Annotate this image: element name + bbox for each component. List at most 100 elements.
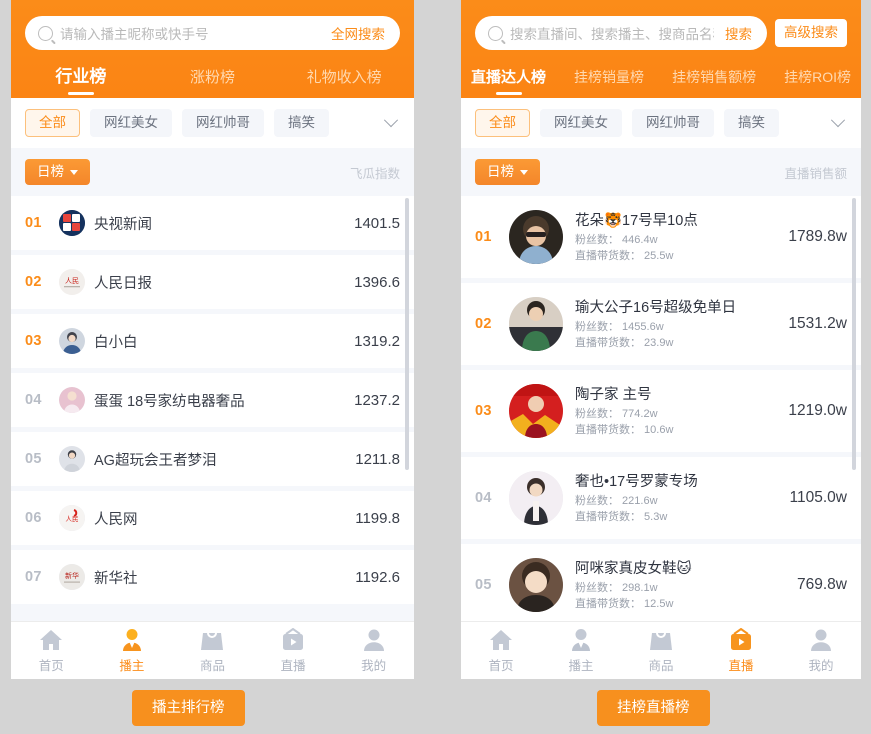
right-search-button[interactable]: 搜索 (714, 23, 763, 43)
left-chip-list: 全部 网红美女 网红帅哥 搞笑 (11, 98, 414, 148)
chip-funny[interactable]: 搞笑 (274, 109, 329, 137)
svg-text:新华: 新华 (65, 571, 79, 580)
chip-handsome[interactable]: 网红帅哥 (182, 109, 264, 137)
right-phone-panel: 搜索直播间、搜索播主、搜商品名称 搜索 高级搜索 直播达人榜 挂榜销量榜 挂榜销… (461, 0, 861, 679)
chip-funny[interactable]: 搞笑 (724, 109, 779, 137)
anchor-name: 央视新闻 (94, 216, 152, 233)
anchor-person-icon (568, 628, 594, 652)
home-icon (38, 628, 64, 652)
left-chip-expand-button[interactable] (368, 98, 414, 148)
nav-item-live[interactable]: 直播 (253, 627, 334, 674)
left-caption-button[interactable]: 播主排行榜 (132, 690, 245, 727)
avatar (509, 471, 563, 525)
avatar: 人民 (59, 505, 85, 531)
avatar (509, 558, 563, 612)
nav-label: 直播 (280, 658, 306, 673)
right-rank-list[interactable]: 01 花朵🐯17号早10点 粉丝数： 446.4w 直播带货数： 25.5w 1… (461, 196, 861, 621)
left-chip-bar: 全部 网红美女 网红帅哥 搞笑 (11, 98, 414, 148)
table-row[interactable]: 06 人民 人民网 1199.8 (11, 491, 414, 545)
chip-beauty[interactable]: 网红美女 (540, 109, 622, 137)
left-search-box[interactable]: 请输入播主昵称或快手号 全网搜索 (25, 16, 400, 50)
right-period-dropdown[interactable]: 日榜 (475, 159, 540, 185)
left-list-scrollbar[interactable] (405, 198, 409, 470)
left-rank-list[interactable]: 01 央视新闻 1401.5 02 人民 人民日报 1396.6 03 白小白 … (11, 196, 414, 621)
table-row[interactable]: 01 花朵🐯17号早10点 粉丝数： 446.4w 直播带货数： 25.5w 1… (461, 196, 861, 278)
right-period-label: 日榜 (487, 164, 514, 180)
anchor-value: 1789.8w (788, 228, 847, 245)
fans-count: 粉丝数： 298.1w (575, 582, 658, 595)
anchor-info: 奢也•17号罗蒙专场 粉丝数： 221.6w 直播带货数： 5.3w (575, 470, 782, 526)
goods-count: 直播带货数： 25.5w (575, 250, 674, 262)
chip-all[interactable]: 全部 (475, 109, 530, 137)
caret-down-icon (520, 169, 528, 175)
avatar (59, 210, 85, 236)
avatar (509, 297, 563, 351)
left-period-dropdown[interactable]: 日榜 (25, 159, 90, 185)
right-caption-button[interactable]: 挂榜直播榜 (597, 690, 710, 727)
rank-number: 02 (25, 274, 42, 290)
left-search-row: 请输入播主昵称或快手号 全网搜索 (11, 0, 414, 50)
nav-item-anchor[interactable]: 播主 (541, 628, 621, 674)
tab-fans-growth-rank[interactable]: 涨粉榜 (147, 66, 279, 98)
left-header: 请输入播主昵称或快手号 全网搜索 行业榜 涨粉榜 礼物收入榜 (11, 0, 414, 98)
table-row[interactable]: 04 蛋蛋 18号家纺电器奢品 1237.2 (11, 373, 414, 427)
caret-down-icon (70, 169, 78, 175)
table-row[interactable]: 05 AG超玩会王者梦泪 1211.8 (11, 432, 414, 486)
tab-listed-roi-rank[interactable]: 挂榜ROI榜 (784, 67, 851, 98)
table-row[interactable]: 04 奢也•17号罗蒙专场 粉丝数： 221.6w 直播带货数： 5.3w 11… (461, 457, 861, 539)
anchor-name: 奢也•17号罗蒙专场 (575, 474, 698, 491)
chip-beauty[interactable]: 网红美女 (90, 109, 172, 137)
anchor-value: 1401.5 (354, 214, 400, 232)
right-chip-expand-button[interactable] (815, 98, 861, 148)
anchor-value: 1219.0w (788, 402, 847, 419)
anchor-name: 蛋蛋 18号家纺电器奢品 (94, 393, 245, 410)
table-row[interactable]: 02 瑜大公子16号超级免单日 粉丝数： 1455.6w 直播带货数： 23.9… (461, 283, 861, 365)
nav-item-mine[interactable]: 我的 (781, 628, 861, 674)
goods-count: 直播带货数： 5.3w (575, 511, 668, 523)
left-search-button[interactable]: 全网搜索 (320, 23, 396, 43)
chevron-down-icon (830, 113, 846, 128)
anchor-value: 1237.2 (354, 391, 400, 409)
nav-item-goods[interactable]: 商品 (172, 628, 253, 674)
right-chip-bar: 全部 网红美女 网红帅哥 搞笑 (461, 98, 861, 148)
right-search-box[interactable]: 搜索直播间、搜索播主、搜商品名称 搜索 (475, 16, 767, 50)
anchor-name: 人民日报 (94, 275, 152, 292)
tab-gift-income-rank[interactable]: 礼物收入榜 (278, 66, 410, 98)
table-row[interactable]: 05 阿咪家真皮女鞋🐱 粉丝数： 298.1w 直播带货数： 12.5w 769… (461, 544, 861, 621)
rank-number: 01 (25, 215, 42, 231)
rank-number: 01 (475, 229, 492, 245)
right-search-input[interactable]: 搜索直播间、搜索播主、搜商品名称 (510, 23, 714, 43)
anchor-value: 1531.2w (788, 315, 847, 332)
rank-number: 05 (475, 577, 492, 593)
nav-item-goods[interactable]: 商品 (621, 628, 701, 674)
right-list-scrollbar[interactable] (852, 198, 856, 470)
tv-play-icon (280, 627, 306, 652)
nav-item-anchor[interactable]: 播主 (92, 628, 173, 674)
home-icon (488, 628, 514, 652)
table-row[interactable]: 07 新华 新华社 1192.6 (11, 550, 414, 604)
table-row[interactable]: 03 陶子家 主号 粉丝数： 774.2w 直播带货数： 10.6w 1219.… (461, 370, 861, 452)
tab-live-talent-rank[interactable]: 直播达人榜 (471, 66, 546, 98)
fans-count: 粉丝数： 221.6w (575, 495, 658, 508)
right-metric-label: 直播销售额 (784, 166, 847, 181)
chip-all[interactable]: 全部 (25, 109, 80, 137)
nav-item-mine[interactable]: 我的 (333, 628, 414, 674)
shopping-bag-icon (199, 628, 225, 652)
nav-item-live[interactable]: 直播 (701, 627, 781, 674)
right-header: 搜索直播间、搜索播主、搜商品名称 搜索 高级搜索 直播达人榜 挂榜销量榜 挂榜销… (461, 0, 861, 98)
right-sort-row: 日榜 直播销售额 (461, 148, 861, 196)
anchor-value: 1396.6 (354, 273, 400, 291)
tab-industry-rank[interactable]: 行业榜 (15, 62, 147, 98)
table-row[interactable]: 03 白小白 1319.2 (11, 314, 414, 368)
table-row[interactable]: 01 央视新闻 1401.5 (11, 196, 414, 250)
chip-handsome[interactable]: 网红帅哥 (632, 109, 714, 137)
tab-listed-sales-amount-rank[interactable]: 挂榜销售额榜 (672, 67, 756, 98)
nav-item-home[interactable]: 首页 (461, 628, 541, 674)
advanced-search-button[interactable]: 高级搜索 (775, 19, 847, 47)
tab-listed-sales-volume-rank[interactable]: 挂榜销量榜 (574, 67, 644, 98)
nav-item-home[interactable]: 首页 (11, 628, 92, 674)
table-row[interactable]: 02 人民 人民日报 1396.6 (11, 255, 414, 309)
left-period-label: 日榜 (37, 164, 64, 180)
left-search-input[interactable]: 请输入播主昵称或快手号 (60, 23, 320, 43)
nav-label: 我的 (808, 658, 834, 673)
